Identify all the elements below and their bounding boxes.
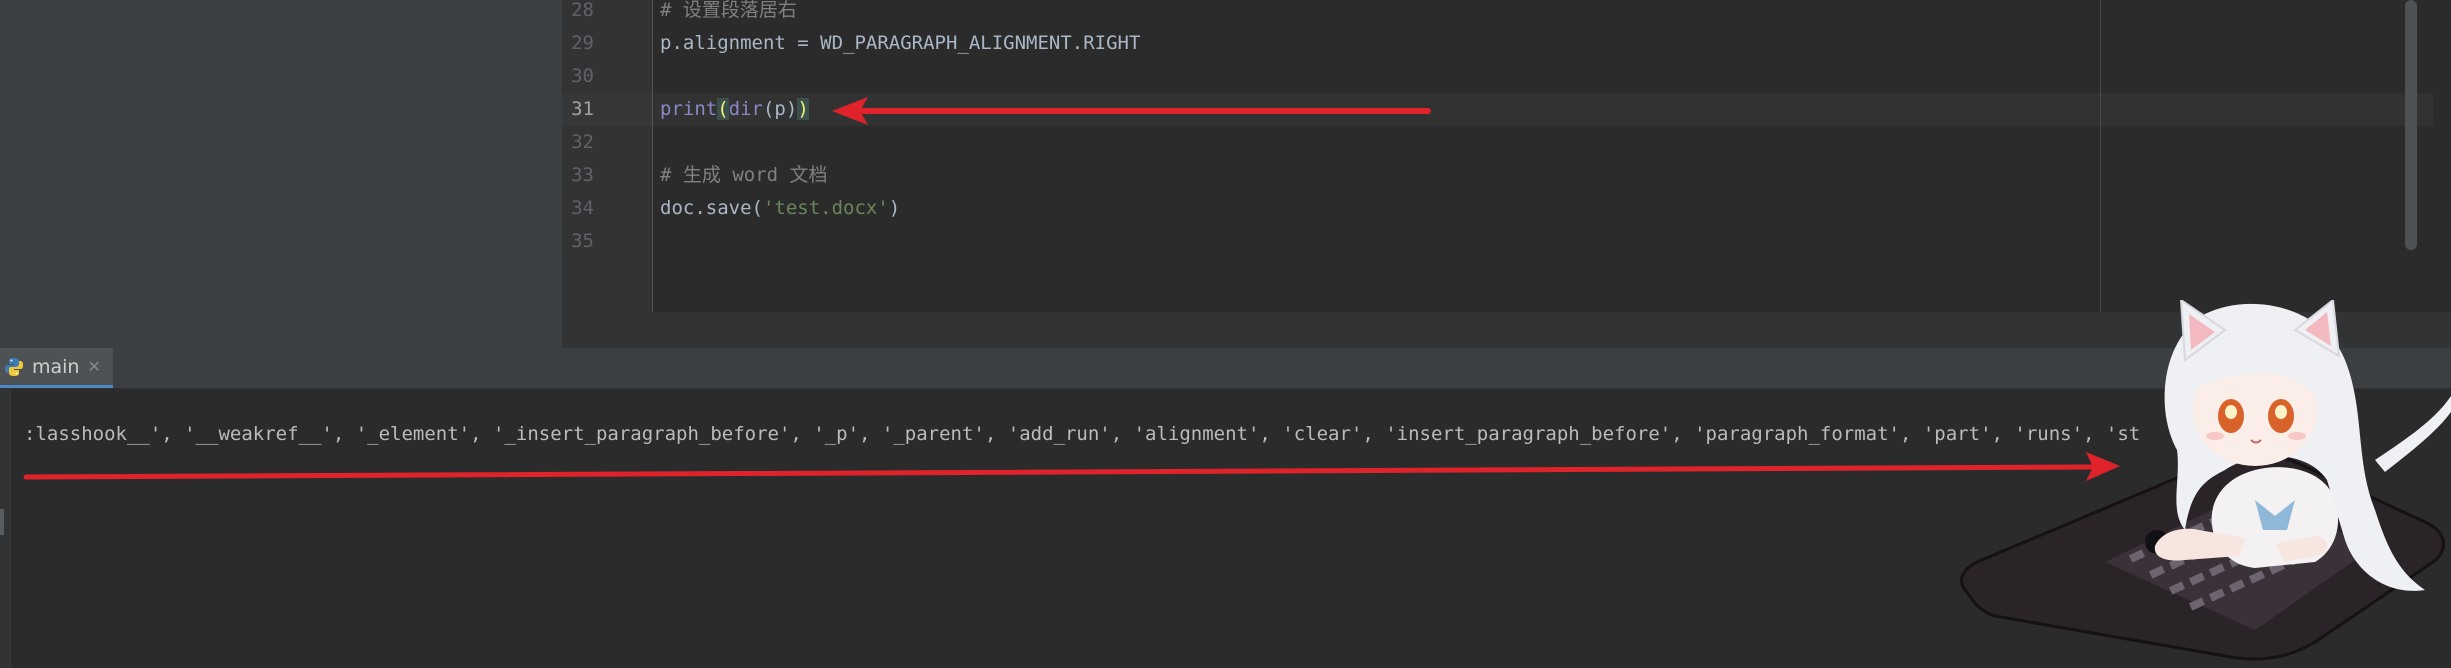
code-line-print[interactable]: print(dir(p)) [660,93,809,126]
close-icon[interactable]: ✕ [87,357,100,376]
line-number: 30 [571,65,594,87]
line-number-current: 31 [571,98,594,120]
code-editor[interactable]: 28 29 30 31 32 33 34 35 # 设置段落居右 p.align… [562,0,2451,312]
right-margin-guide [2100,0,2101,312]
code-comment[interactable]: # 设置段落居右 [660,0,797,27]
dir-args: (p) [762,98,798,120]
line-number: 34 [571,197,594,219]
project-panel [0,0,562,348]
print-keyword: print [660,98,718,120]
run-tab-label: main [32,355,80,378]
line-number: 33 [571,164,594,186]
python-icon [4,357,24,377]
code-line[interactable]: p.alignment = WD_PARAGRAPH_ALIGNMENT.RIG… [660,27,1140,60]
console-output[interactable]: :lasshook__', '__weakref__', '_element',… [24,423,2244,445]
run-tab-main[interactable]: main ✕ [0,348,113,388]
save-call: doc.save( [660,197,763,219]
dir-keyword: dir [728,98,763,120]
line-number: 32 [571,131,594,153]
matched-paren-open: ( [717,98,729,120]
console-resize-handle[interactable] [0,509,4,535]
current-line-highlight [653,93,2433,126]
string-literal: 'test.docx' [762,197,889,219]
code-comment[interactable]: # 生成 word 文档 [660,159,828,192]
mascot-sticker [1960,300,2451,661]
line-number: 29 [571,32,594,54]
editor-vertical-scrollbar[interactable] [2405,0,2417,250]
code-line-save[interactable]: doc.save('test.docx') [660,192,900,225]
matched-paren-close: ) [797,98,809,120]
save-call-close: ) [888,197,901,219]
line-number: 28 [571,0,594,21]
line-number: 35 [571,230,594,252]
